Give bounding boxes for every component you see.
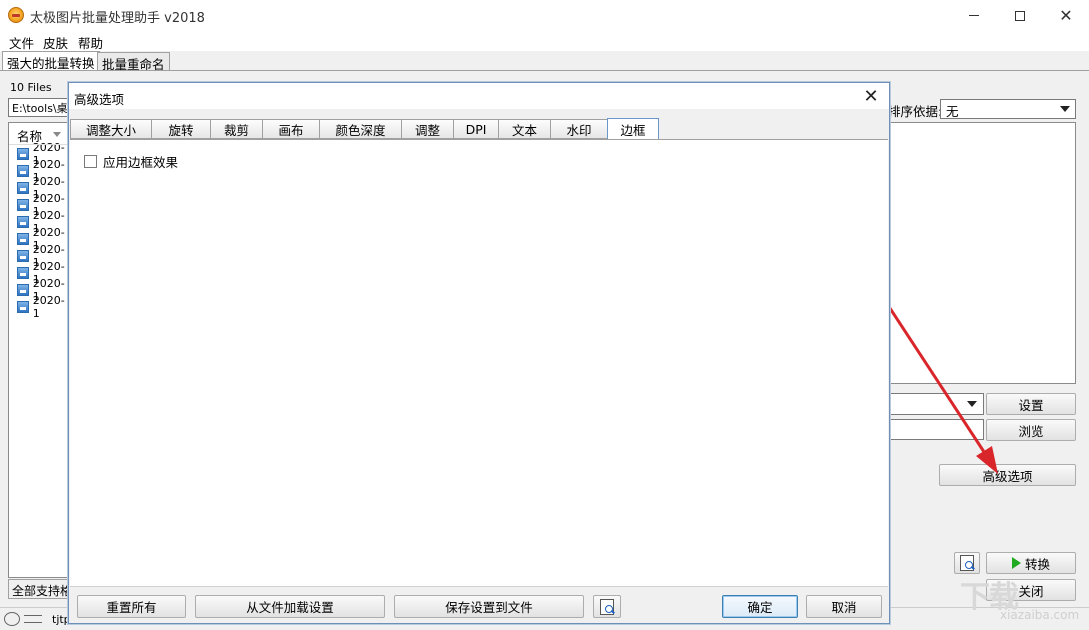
- minimize-button[interactable]: [951, 0, 997, 31]
- dialog-title-bar: 高级选项 ✕: [69, 83, 889, 109]
- apply-border-label: 应用边框效果: [103, 155, 179, 170]
- format-filter-select[interactable]: 全部支持格式: [8, 579, 72, 599]
- close-icon: ✕: [1059, 6, 1073, 25]
- browse-button[interactable]: 浏览: [986, 419, 1076, 441]
- tab-text[interactable]: 文本: [498, 119, 551, 139]
- app-logo-icon: [8, 7, 24, 23]
- tab-rotate[interactable]: 旋转: [151, 119, 211, 139]
- sort-arrow-icon: [53, 132, 61, 137]
- play-icon: [1011, 557, 1021, 569]
- window-title: 太极图片批量处理助手 v2018: [30, 11, 205, 26]
- image-file-icon: [17, 249, 29, 262]
- tab-crop[interactable]: 裁剪: [210, 119, 263, 139]
- chevron-down-icon: [1060, 106, 1070, 112]
- tab-canvas[interactable]: 画布: [262, 119, 320, 139]
- files-count: 10 Files: [10, 81, 52, 94]
- sort-label: 排序依据:: [888, 104, 943, 119]
- border-settings-panel: 应用边框效果: [70, 139, 888, 587]
- advanced-options-dialog: 高级选项 ✕ 调整大小 旋转 裁剪 画布 颜色深度 调整 DPI 文本 水印 边…: [68, 82, 890, 624]
- dialog-close-button[interactable]: ✕: [859, 85, 883, 107]
- image-file-icon: [17, 198, 29, 211]
- image-file-icon: [17, 147, 29, 160]
- sort-select-value: 无: [946, 104, 959, 119]
- load-settings-button[interactable]: 从文件加载设置: [195, 595, 385, 618]
- status-lines-icon: [24, 615, 42, 623]
- image-file-icon: [17, 266, 29, 279]
- apply-border-option[interactable]: 应用边框效果: [84, 152, 178, 171]
- folder-path-field[interactable]: E:\tools\桌面: [8, 98, 72, 117]
- preview-icon: [960, 555, 974, 571]
- file-list[interactable]: 名称 2020-1 2020-1 2020-1 2020-1 2020-1 20…: [8, 122, 72, 578]
- dialog-preview-button[interactable]: [593, 595, 621, 618]
- sort-select[interactable]: 无: [940, 99, 1076, 119]
- tab-watermark[interactable]: 水印: [550, 119, 608, 139]
- output-list[interactable]: [888, 122, 1076, 384]
- apply-border-checkbox[interactable]: [84, 155, 97, 168]
- convert-button[interactable]: 转换: [986, 552, 1076, 574]
- tab-batch-convert[interactable]: 强大的批量转换: [2, 51, 100, 71]
- chevron-down-icon: [967, 401, 977, 407]
- tab-resize[interactable]: 调整大小: [70, 119, 152, 139]
- cancel-button[interactable]: 取消: [806, 595, 882, 618]
- image-file-icon: [17, 283, 29, 296]
- image-file-icon: [17, 215, 29, 228]
- menu-file[interactable]: 文件: [9, 33, 34, 52]
- image-file-icon: [17, 232, 29, 245]
- menu-help[interactable]: 帮助: [78, 33, 103, 52]
- reset-all-button[interactable]: 重置所有: [77, 595, 186, 618]
- settings-button[interactable]: 设置: [986, 393, 1076, 415]
- image-file-icon: [17, 300, 29, 313]
- tab-color-depth[interactable]: 颜色深度: [319, 119, 402, 139]
- save-settings-button[interactable]: 保存设置到文件: [394, 595, 584, 618]
- ok-button[interactable]: 确定: [722, 595, 798, 618]
- dialog-title: 高级选项: [74, 92, 125, 107]
- image-file-icon: [17, 181, 29, 194]
- main-tab-strip: 强大的批量转换 批量重命名: [0, 51, 1089, 72]
- maximize-button[interactable]: [997, 0, 1043, 31]
- minimize-icon: [969, 15, 979, 16]
- file-name: 2020-1: [32, 293, 65, 320]
- menu-skin[interactable]: 皮肤: [43, 33, 68, 52]
- image-file-icon: [17, 164, 29, 177]
- menu-bar: 文件 皮肤 帮助: [0, 31, 1089, 51]
- advanced-options-button[interactable]: 高级选项: [939, 464, 1076, 486]
- close-window-button[interactable]: ✕: [1043, 0, 1089, 31]
- tab-border[interactable]: 边框: [607, 118, 659, 140]
- output-folder-field[interactable]: [888, 419, 984, 440]
- preview-button[interactable]: [954, 552, 980, 574]
- status-clock-icon: [4, 612, 20, 626]
- column-header-label: 名称: [17, 129, 43, 144]
- tab-batch-rename[interactable]: 批量重命名: [97, 52, 170, 72]
- preview-icon: [600, 598, 614, 615]
- close-icon: ✕: [863, 85, 879, 107]
- output-format-select[interactable]: [888, 393, 984, 415]
- column-header-name[interactable]: 名称: [9, 123, 71, 145]
- title-bar: 太极图片批量处理助手 v2018 ✕: [0, 0, 1089, 31]
- list-item[interactable]: 2020-1: [9, 294, 71, 320]
- watermark-sub: xiazaiba.com: [1000, 608, 1080, 622]
- dialog-tab-strip: 调整大小 旋转 裁剪 画布 颜色深度 调整 DPI 文本 水印 边框: [70, 118, 890, 140]
- tab-adjust[interactable]: 调整: [401, 119, 454, 139]
- convert-label: 转换: [1024, 556, 1050, 572]
- maximize-icon: [1015, 10, 1025, 21]
- tab-dpi[interactable]: DPI: [453, 119, 499, 139]
